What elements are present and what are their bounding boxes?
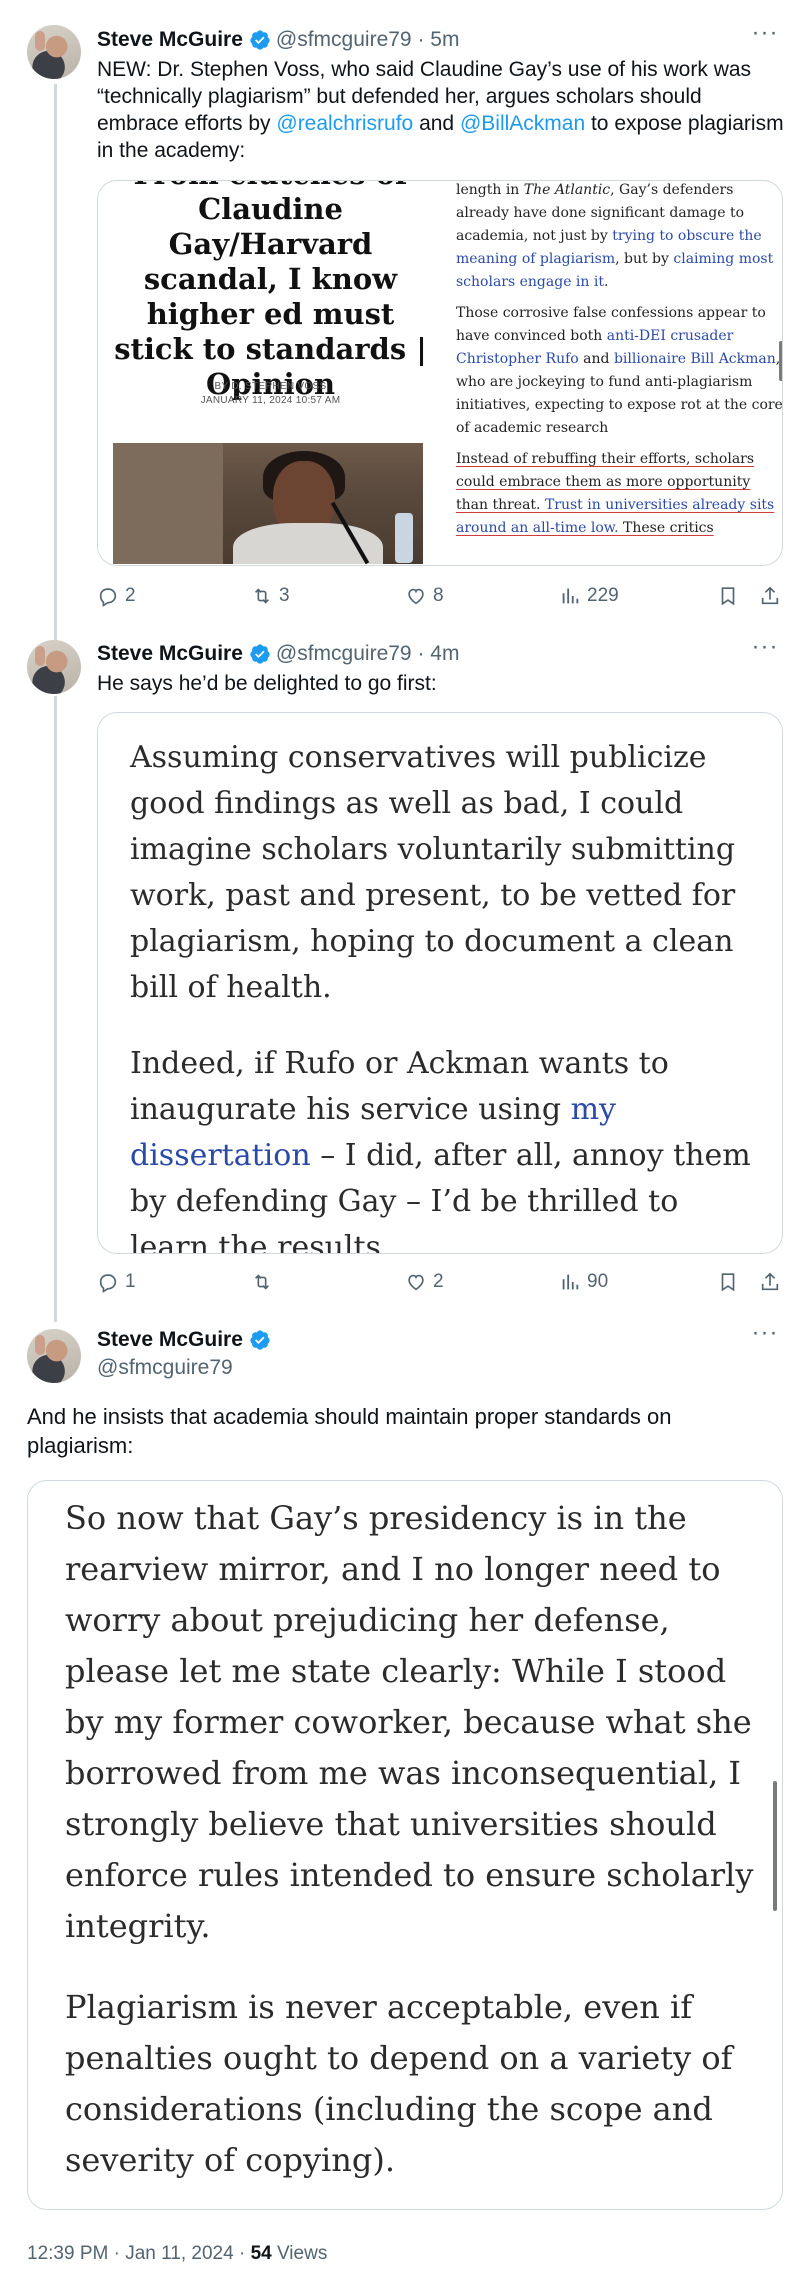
reply-icon (99, 588, 117, 607)
tweet-time[interactable]: 4m (430, 642, 459, 666)
repost-button[interactable] (251, 1268, 279, 1296)
quote-excerpt: Assuming conservatives will publicize go… (130, 740, 751, 1254)
views-label: Views (271, 2243, 328, 2264)
tweet-header: Steve McGuire (97, 1326, 276, 1354)
repost-icon (254, 1274, 270, 1290)
bookmark-icon[interactable] (717, 1271, 739, 1293)
author-handle[interactable]: @sfmcguire79 (276, 28, 412, 52)
like-icon (408, 1274, 424, 1291)
article-body-excerpt: length in The Atlantic, Gay’s defenders … (456, 182, 783, 536)
views-icon (562, 1274, 579, 1290)
mention-link[interactable]: @realchrisrufo (276, 112, 413, 135)
tweet-text: And he insists that academia should main… (27, 1404, 672, 1458)
article-dateline: JANUARY 11, 2024 10:57 AM (200, 395, 341, 406)
media-image[interactable]: From clutches of Claudine Gay/Harvard sc… (97, 180, 783, 566)
share-icon[interactable] (759, 1271, 781, 1293)
tweet[interactable]: Steve McGuire @sfmcguire79 · 5m ··· NEW:… (0, 0, 808, 640)
tweet-timestamp[interactable]: 12:39 PM · Jan 11, 2024 · (27, 2243, 251, 2264)
tweet-text: NEW: Dr. Stephen Voss, who said Claudine… (97, 58, 784, 162)
avatar[interactable] (27, 640, 81, 694)
quote-image[interactable]: So now that Gay’s presidency is in the r… (27, 1480, 783, 2210)
mention-link[interactable]: @BillAckman (460, 112, 585, 135)
article-headline: From clutches of Claudine Gay/Harvard sc… (114, 181, 427, 401)
avatar[interactable] (27, 25, 81, 79)
quote-image[interactable]: Assuming conservatives will publicize go… (97, 712, 783, 1254)
like-button[interactable]: 2 (405, 1268, 444, 1296)
views-button[interactable]: 90 (559, 1268, 608, 1296)
article-headline-panel: From clutches of Claudine Gay/Harvard sc… (98, 181, 443, 564)
tweet-actions: 2 3 8 229 (97, 582, 787, 610)
author-name[interactable]: Steve McGuire (97, 28, 243, 52)
handle-row: @sfmcguire79 (97, 1354, 233, 1382)
more-icon[interactable]: ··· (750, 635, 780, 668)
repost-button[interactable]: 3 (251, 582, 290, 610)
author-name[interactable]: Steve McGuire (97, 642, 243, 666)
tweet-actions: 1 2 90 (97, 1268, 787, 1296)
like-button[interactable]: 8 (405, 582, 444, 610)
views-count: 54 (250, 2243, 272, 2264)
reply-button[interactable]: 2 (97, 582, 136, 610)
focused-tweet[interactable]: Steve McGuire @sfmcguire79 ··· And he in… (0, 1321, 808, 2226)
reply-icon (99, 1274, 117, 1293)
avatar[interactable] (27, 1329, 81, 1383)
scrollbar (779, 341, 782, 381)
verified-badge-icon (250, 1330, 270, 1350)
repost-icon (254, 588, 270, 604)
author-handle[interactable]: @sfmcguire79 (97, 1356, 233, 1380)
quote-excerpt: So now that Gay’s presidency is in the r… (65, 1499, 754, 2179)
bookmark-icon[interactable] (717, 585, 739, 607)
tweet-header: Steve McGuire @sfmcguire79 · 5m (97, 26, 459, 54)
author-handle[interactable]: @sfmcguire79 (276, 642, 412, 666)
verified-badge-icon (250, 644, 270, 664)
more-icon[interactable]: ··· (750, 21, 780, 54)
tweet-time[interactable]: 5m (430, 28, 459, 52)
author-name[interactable]: Steve McGuire (97, 1328, 243, 1352)
verified-badge-icon (250, 30, 270, 50)
separator: · (411, 642, 431, 665)
article-byline: BY D. STEPHEN VOSS (214, 381, 327, 392)
share-icon[interactable] (759, 585, 781, 607)
views-icon (562, 588, 579, 604)
reply-button[interactable]: 1 (97, 1268, 136, 1296)
more-icon[interactable]: ··· (750, 1321, 780, 1354)
tweet-header: Steve McGuire @sfmcguire79 · 4m (97, 640, 459, 668)
scrollbar (773, 1781, 777, 1911)
tweet[interactable]: Steve McGuire @sfmcguire79 · 4m ··· He s… (0, 635, 808, 1300)
separator: · (411, 28, 431, 51)
views-button[interactable]: 229 (559, 582, 619, 610)
like-icon (408, 588, 424, 605)
tweet-timestamp-views: 12:39 PM · Jan 11, 2024 · 54 Views (27, 2243, 327, 2265)
tweet-text: He says he’d be delighted to go first: (97, 672, 437, 695)
article-photo (113, 443, 423, 564)
